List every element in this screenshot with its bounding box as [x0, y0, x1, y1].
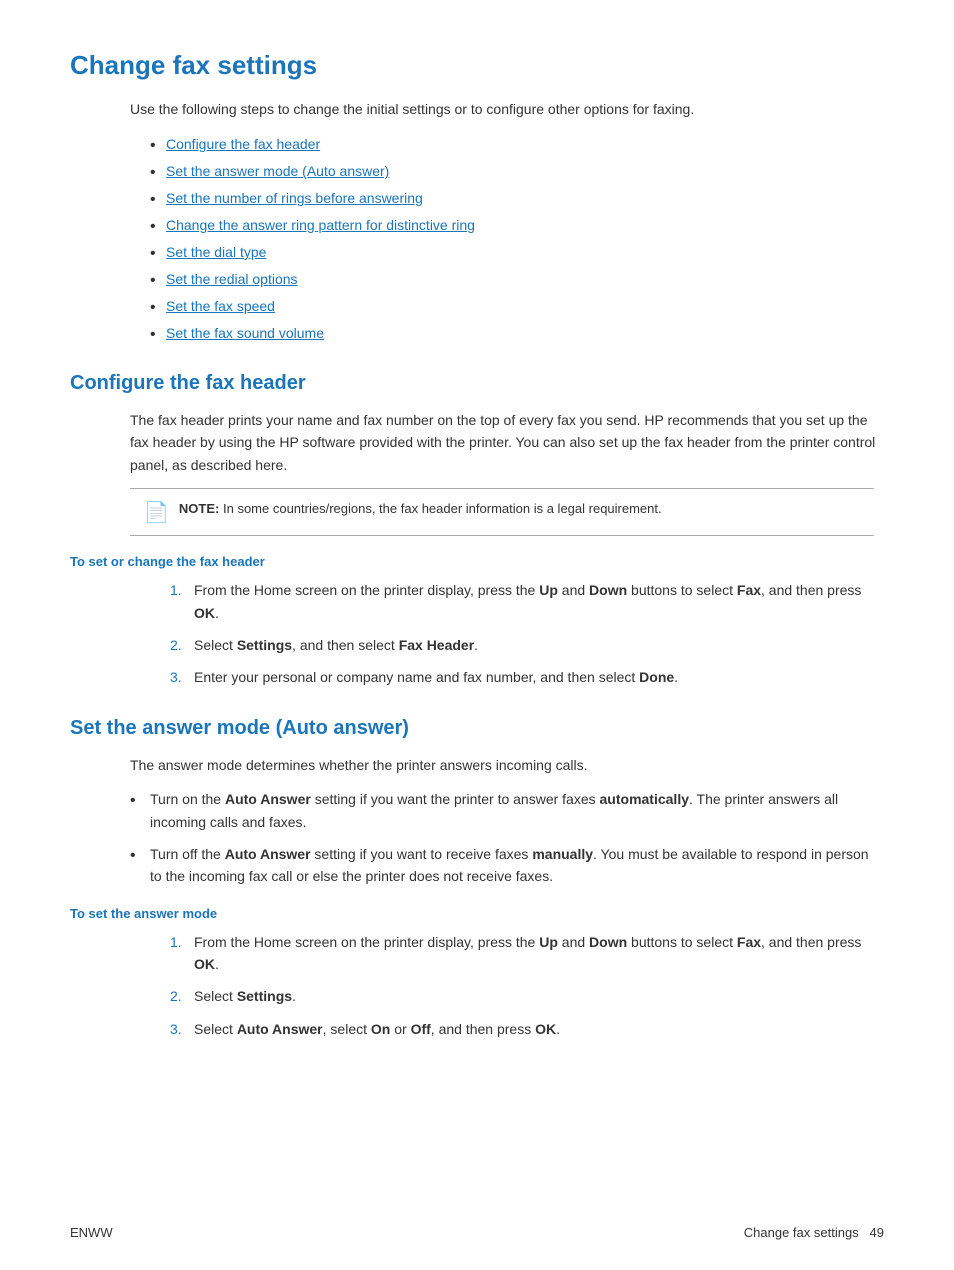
toc-item-2[interactable]: Set the answer mode (Auto answer) — [150, 161, 884, 182]
answer-mode-bullet-2: Turn off the Auto Answer setting if you … — [130, 843, 884, 888]
section-title-answer-mode: Set the answer mode (Auto answer) — [70, 717, 884, 740]
toc-link-6[interactable]: Set the redial options — [166, 271, 298, 287]
answer-mode-step-2: Select Settings. — [170, 985, 884, 1007]
fax-header-step-2: Select Settings, and then select Fax Hea… — [170, 634, 884, 656]
configure-fax-header-body: The fax header prints your name and fax … — [130, 409, 884, 476]
note-text: NOTE: In some countries/regions, the fax… — [179, 499, 662, 519]
toc-item-1[interactable]: Configure the fax header — [150, 134, 884, 155]
answer-mode-bullet-1: Turn on the Auto Answer setting if you w… — [130, 788, 884, 833]
toc-link-8[interactable]: Set the fax sound volume — [166, 325, 324, 341]
toc-item-4[interactable]: Change the answer ring pattern for disti… — [150, 215, 884, 236]
subsection-title-set-change-fax-header: To set or change the fax header — [70, 554, 884, 569]
toc-link-5[interactable]: Set the dial type — [166, 244, 266, 260]
intro-text: Use the following steps to change the in… — [130, 99, 884, 120]
toc-item-5[interactable]: Set the dial type — [150, 242, 884, 263]
toc-link-4[interactable]: Change the answer ring pattern for disti… — [166, 217, 475, 233]
note-label: NOTE: — [179, 501, 219, 516]
fax-header-step-3: Enter your personal or company name and … — [170, 666, 884, 688]
answer-mode-bullets: Turn on the Auto Answer setting if you w… — [130, 788, 884, 888]
fax-header-steps: From the Home screen on the printer disp… — [170, 579, 884, 689]
toc-list: Configure the fax header Set the answer … — [150, 134, 884, 344]
toc-link-1[interactable]: Configure the fax header — [166, 136, 320, 152]
page-title: Change fax settings — [70, 50, 884, 81]
toc-link-3[interactable]: Set the number of rings before answering — [166, 190, 423, 206]
toc-link-7[interactable]: Set the fax speed — [166, 298, 275, 314]
answer-mode-step-1: From the Home screen on the printer disp… — [170, 931, 884, 976]
section-title-configure-fax-header: Configure the fax header — [70, 372, 884, 395]
toc-item-6[interactable]: Set the redial options — [150, 269, 884, 290]
subsection-title-set-answer-mode: To set the answer mode — [70, 906, 884, 921]
footer-left: ENWW — [70, 1225, 113, 1240]
footer-right: Change fax settings 49 — [744, 1225, 884, 1240]
note-icon: 📄 — [144, 500, 169, 525]
toc-item-3[interactable]: Set the number of rings before answering — [150, 188, 884, 209]
page-footer: ENWW Change fax settings 49 — [0, 1225, 954, 1240]
answer-mode-step-3: Select Auto Answer, select On or Off, an… — [170, 1018, 884, 1040]
toc-link-2[interactable]: Set the answer mode (Auto answer) — [166, 163, 389, 179]
answer-mode-steps: From the Home screen on the printer disp… — [170, 931, 884, 1041]
note-box: 📄 NOTE: In some countries/regions, the f… — [130, 488, 874, 536]
answer-mode-body: The answer mode determines whether the p… — [130, 754, 884, 776]
toc-item-8[interactable]: Set the fax sound volume — [150, 323, 884, 344]
note-content: In some countries/regions, the fax heade… — [223, 501, 662, 516]
fax-header-step-1: From the Home screen on the printer disp… — [170, 579, 884, 624]
toc-item-7[interactable]: Set the fax speed — [150, 296, 884, 317]
